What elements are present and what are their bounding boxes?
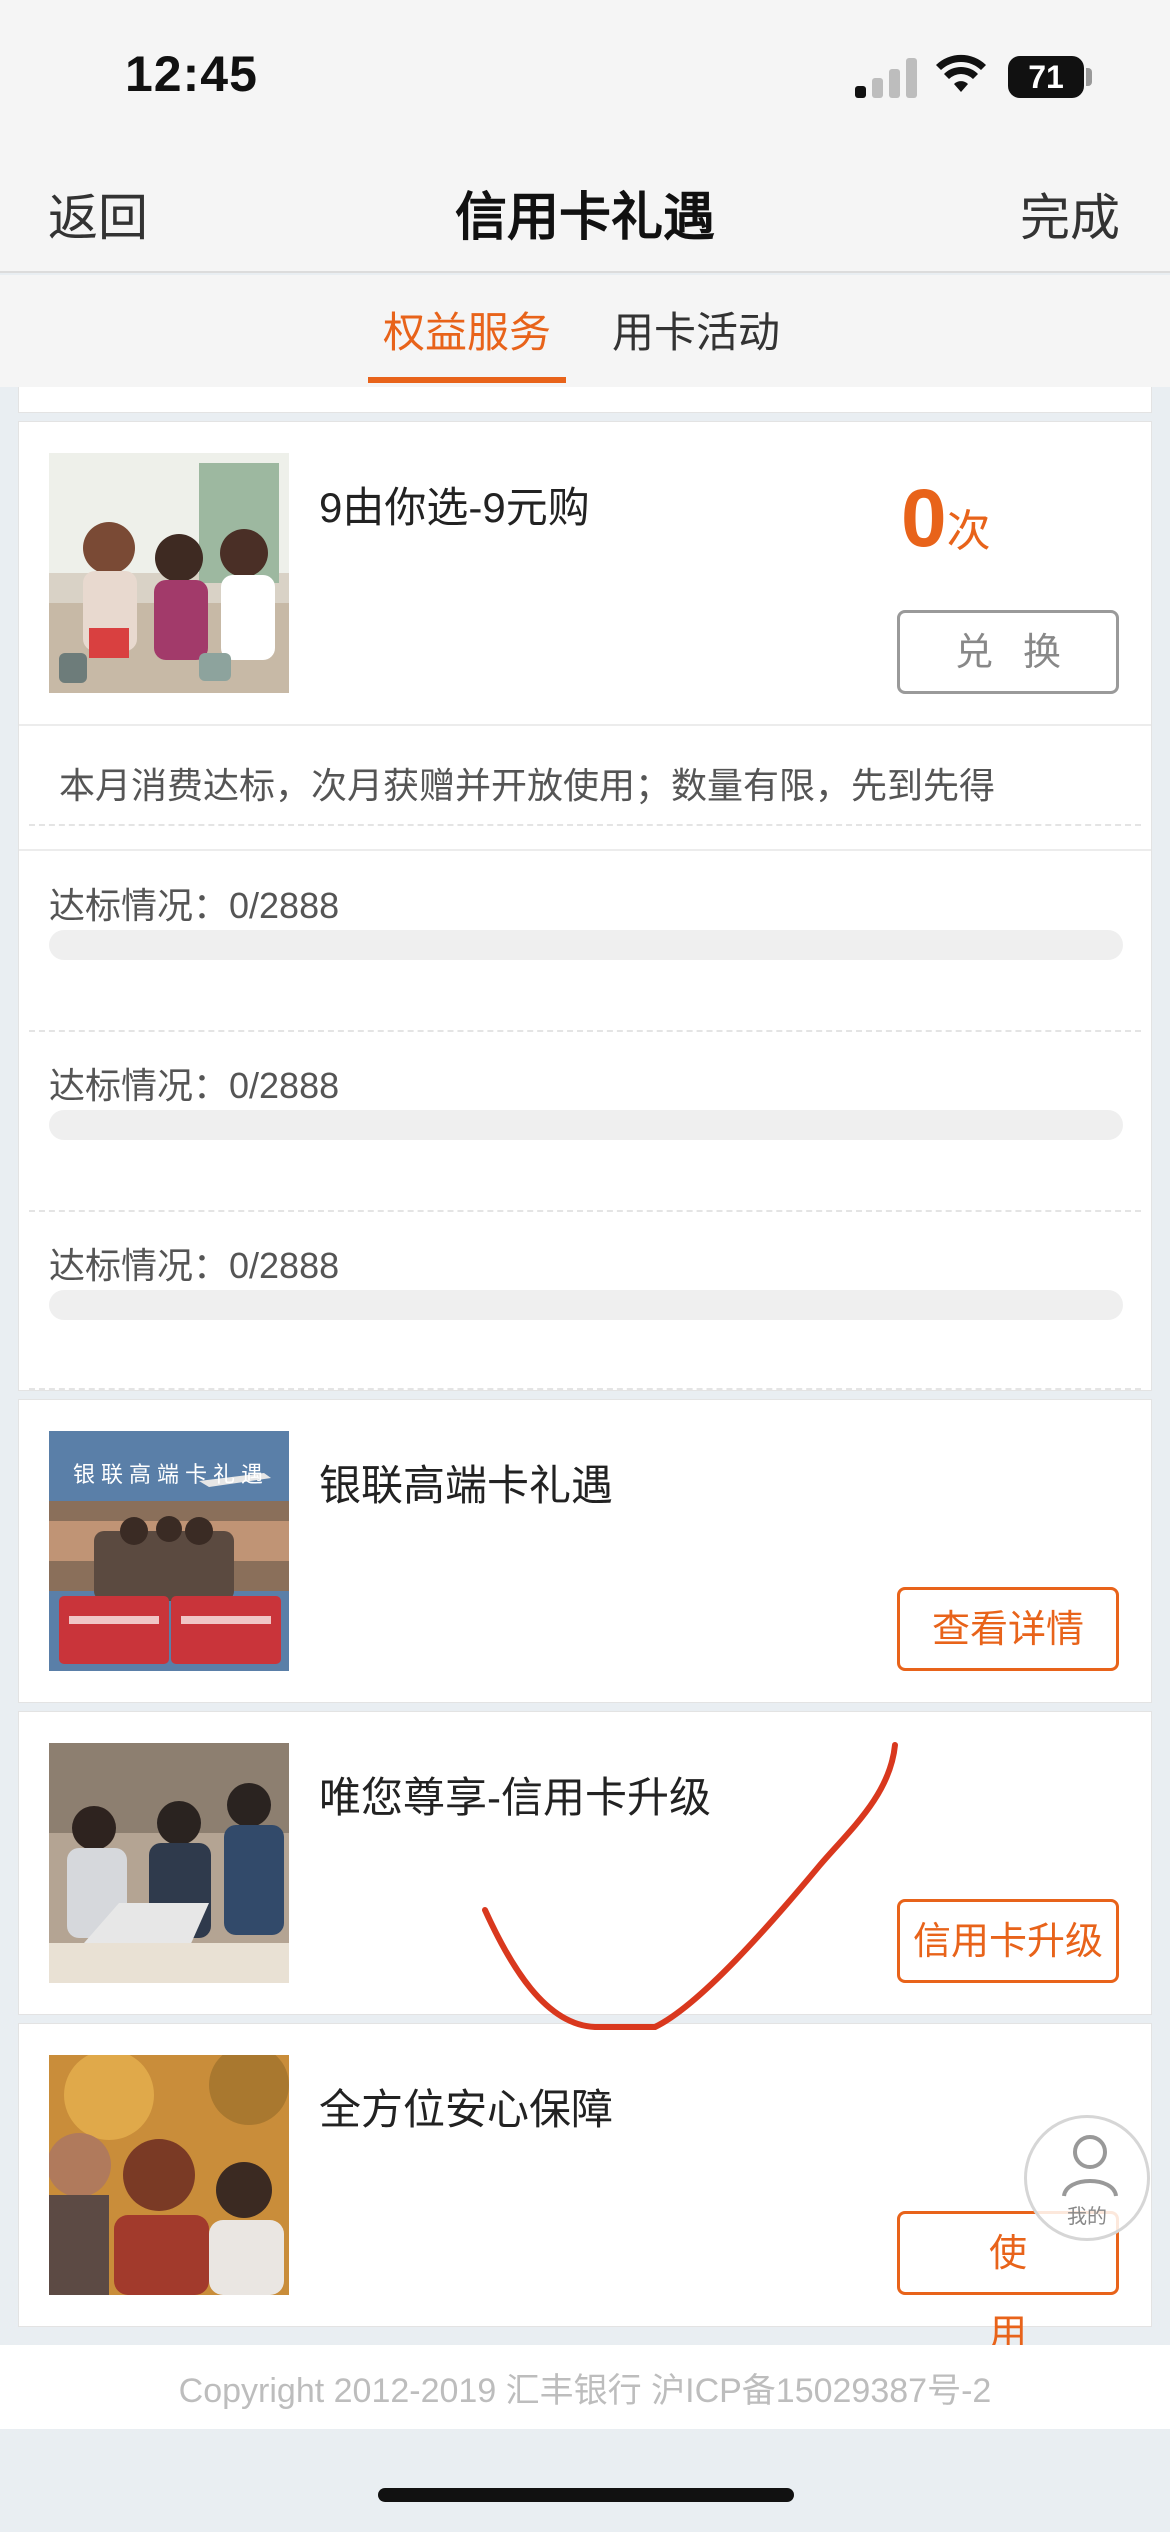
active-tab-indicator <box>368 377 566 383</box>
footer: Copyright 2012-2019 汇丰银行 沪ICP备15029387号-… <box>0 2345 1170 2429</box>
page-title: 信用卡礼遇 <box>454 189 715 247</box>
cellular-signal-icon <box>855 58 917 98</box>
tab-benefits[interactable]: 权益服务 <box>383 299 551 360</box>
progress-label: 达标情况：0/2888 <box>49 885 340 926</box>
wifi-icon <box>936 54 986 92</box>
list-item: 银联高端卡礼遇 银联高端卡礼遇 查看详情 <box>18 1399 1152 1703</box>
status-bar: 12:45 71 <box>0 0 1170 150</box>
previous-card-edge <box>18 387 1152 413</box>
my-account-label: 我的 <box>1067 2206 1107 2228</box>
progress-bar <box>49 1290 1123 1320</box>
nav-bar: 返回 信用卡礼遇 完成 <box>0 150 1170 273</box>
my-account-button[interactable]: 我的 <box>1024 2115 1150 2241</box>
benefit-note: 本月消费达标，次月获赠并开放使用；数量有限，先到先得 <box>59 765 996 806</box>
tab-card-activities[interactable]: 用卡活动 <box>612 299 780 360</box>
battery-tip <box>1086 68 1092 86</box>
count-unit: 次 <box>946 507 991 556</box>
battery-icon: 71 <box>1008 56 1084 98</box>
list-item: 全方位安心保障 使用 <box>18 2023 1152 2355</box>
progress-bar <box>49 1110 1123 1140</box>
progress-label: 达标情况：0/2888 <box>49 1065 340 1106</box>
status-time: 12:45 <box>125 46 258 102</box>
image-caption: 银联高端卡礼遇 <box>73 1462 270 1487</box>
divider <box>19 724 1151 726</box>
card-upgrade-image <box>49 1743 289 1983</box>
tab-bar: 权益服务 用卡活动 <box>0 275 1170 387</box>
dashed-divider <box>29 1030 1141 1032</box>
progress-label: 达标情况：0/2888 <box>49 1245 340 1286</box>
unionpay-card-image: 银联高端卡礼遇 <box>49 1431 289 1671</box>
benefit-image <box>49 453 289 693</box>
item-title: 全方位安心保障 <box>319 2086 614 2133</box>
redeem-button[interactable]: 兑换 <box>897 610 1119 694</box>
benefit-card: 9由你选-9元购 0次 兑换 本月消费达标，次月获赠并开放使用；数量有限，先到先… <box>18 421 1152 1391</box>
card-upgrade-button[interactable]: 信用卡升级 <box>897 1899 1119 1983</box>
copyright-text: Copyright 2012-2019 汇丰银行 沪ICP备15029387号-… <box>178 2372 992 2410</box>
annotation-checkmark <box>482 1742 898 2030</box>
remaining-count: 0次 <box>901 472 991 566</box>
dashed-divider <box>29 824 1141 826</box>
item-title: 银联高端卡礼遇 <box>319 1462 614 1509</box>
user-icon <box>1062 2135 1118 2197</box>
benefit-title: 9由你选-9元购 <box>319 484 590 531</box>
dashed-divider <box>29 1388 1141 1390</box>
progress-bar <box>49 930 1123 960</box>
count-number: 0 <box>901 473 947 564</box>
divider <box>19 849 1151 851</box>
dashed-divider <box>29 1210 1141 1212</box>
protection-image <box>49 2055 289 2295</box>
done-button[interactable]: 完成 <box>1020 178 1120 250</box>
home-indicator <box>378 2488 794 2502</box>
view-details-button[interactable]: 查看详情 <box>897 1587 1119 1671</box>
